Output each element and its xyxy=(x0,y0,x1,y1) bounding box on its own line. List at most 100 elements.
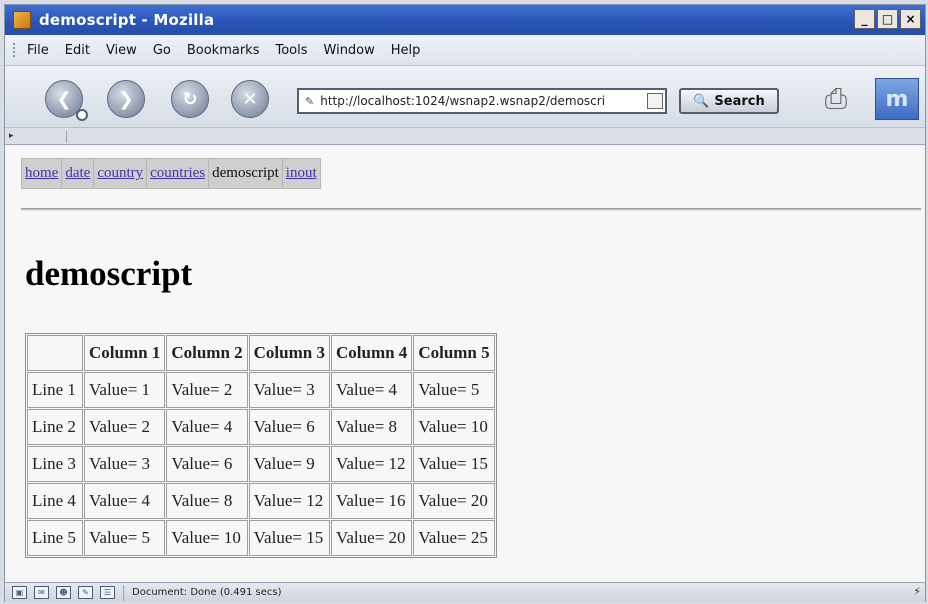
table-header-cell: Column 4 xyxy=(330,335,413,371)
menu-window[interactable]: Window xyxy=(324,43,375,58)
mozilla-throbber-icon[interactable]: m xyxy=(875,78,919,120)
horizontal-rule xyxy=(21,208,921,211)
nav-link-countries[interactable]: countries xyxy=(150,165,205,181)
navigation-toolbar: ❮ ❯ ↻ ✕ ✎ http://localhost:1024/wsnap2.w… xyxy=(5,65,925,127)
menu-tools[interactable]: Tools xyxy=(275,43,307,58)
table-cell: Value= 6 xyxy=(166,446,248,482)
row-label: Line 2 xyxy=(27,409,83,445)
tab-strip: ▸ xyxy=(5,127,925,145)
table-header-cell: Column 1 xyxy=(84,335,166,371)
close-button[interactable]: × xyxy=(900,9,921,29)
menu-bookmarks[interactable]: Bookmarks xyxy=(187,43,260,58)
table-cell: Value= 12 xyxy=(248,483,330,519)
table-header-cell: Column 3 xyxy=(248,335,330,371)
table-cell: Value= 25 xyxy=(413,520,495,556)
minimize-button[interactable]: _ xyxy=(854,9,875,29)
menu-file[interactable]: File xyxy=(27,43,49,58)
window-controls: _ □ × xyxy=(854,9,921,29)
table-cell: Value= 1 xyxy=(84,372,166,408)
stop-icon: ✕ xyxy=(242,88,258,110)
maximize-button[interactable]: □ xyxy=(877,9,898,29)
table-cell: Value= 2 xyxy=(84,409,166,445)
table-cell: Value= 4 xyxy=(166,409,248,445)
menu-go[interactable]: Go xyxy=(153,43,171,58)
nav-cell-demoscript: demoscript xyxy=(208,158,283,189)
data-table: Column 1 Column 2 Column 3 Column 4 Colu… xyxy=(25,333,497,558)
status-separator xyxy=(123,584,124,601)
nav-link-date[interactable]: date xyxy=(65,165,90,181)
table-cell: Value= 12 xyxy=(330,446,413,482)
address-book-icon[interactable]: ☰ xyxy=(100,586,115,599)
table-cell: Value= 3 xyxy=(84,446,166,482)
table-cell: Value= 6 xyxy=(248,409,330,445)
status-text: Document: Done (0.491 secs) xyxy=(132,587,282,598)
chat-icon[interactable]: ☻ xyxy=(56,586,71,599)
search-button[interactable]: 🔍 Search xyxy=(679,88,779,114)
table-cell: Value= 8 xyxy=(166,483,248,519)
table-cell: Value= 4 xyxy=(330,372,413,408)
table-cell: Value= 4 xyxy=(84,483,166,519)
table-header-row: Column 1 Column 2 Column 3 Column 4 Colu… xyxy=(27,335,495,371)
table-cell: Value= 20 xyxy=(413,483,495,519)
magnifier-icon: 🔍 xyxy=(693,93,710,109)
row-label: Line 3 xyxy=(27,446,83,482)
nav-cell-date: date xyxy=(61,158,95,189)
stop-button[interactable]: ✕ xyxy=(231,80,269,118)
table-row: Line 3 Value= 3 Value= 6 Value= 9 Value=… xyxy=(27,446,495,482)
printer-icon: ⎙ xyxy=(824,82,848,115)
reload-button[interactable]: ↻ xyxy=(171,80,209,118)
url-input[interactable]: ✎ http://localhost:1024/wsnap2.wsnap2/de… xyxy=(297,88,667,114)
nav-link-country[interactable]: country xyxy=(97,165,143,181)
nav-cell-inout: inout xyxy=(282,159,320,189)
table-cell: Value= 5 xyxy=(413,372,495,408)
row-label: Line 5 xyxy=(27,520,83,556)
status-bar: ▣ ✉ ☻ ✎ ☰ Document: Done (0.491 secs) ⚡ xyxy=(5,582,925,602)
table-cell: Value= 15 xyxy=(248,520,330,556)
nav-link-home[interactable]: home xyxy=(25,165,58,181)
menu-edit[interactable]: Edit xyxy=(65,43,90,58)
url-text: http://localhost:1024/wsnap2.wsnap2/demo… xyxy=(320,94,606,108)
back-dropdown-icon[interactable] xyxy=(76,109,88,121)
table-cell: Value= 10 xyxy=(166,520,248,556)
nav-current-demoscript: demoscript xyxy=(212,165,279,181)
search-label: Search xyxy=(714,93,765,109)
nav-link-inout[interactable]: inout xyxy=(286,165,317,181)
title-bar[interactable]: demoscript - Mozilla _ □ × xyxy=(5,5,925,35)
tab-strip-toggle-icon[interactable]: ▸ xyxy=(9,131,67,143)
table-header-corner xyxy=(27,335,83,371)
reload-icon: ↻ xyxy=(182,88,198,110)
menu-help[interactable]: Help xyxy=(391,43,421,58)
page-proxy-icon[interactable]: ✎ xyxy=(305,95,314,108)
page-title: demoscript xyxy=(25,254,193,293)
url-dropdown-icon[interactable] xyxy=(647,93,663,109)
table-cell: Value= 2 xyxy=(166,372,248,408)
table-cell: Value= 5 xyxy=(84,520,166,556)
nav-cell-home: home xyxy=(21,158,63,189)
menubar-grip-icon[interactable] xyxy=(13,43,17,57)
table-header-cell: Column 5 xyxy=(413,335,495,371)
menu-bar: File Edit View Go Bookmarks Tools Window… xyxy=(5,35,925,65)
row-label: Line 1 xyxy=(27,372,83,408)
table-cell: Value= 10 xyxy=(413,409,495,445)
window-title: demoscript - Mozilla xyxy=(39,11,215,29)
back-arrow-icon: ❮ xyxy=(56,88,72,110)
browser-window: demoscript - Mozilla _ □ × File Edit Vie… xyxy=(4,4,926,602)
nav-cell-countries: countries xyxy=(146,158,210,189)
navigator-icon[interactable]: ▣ xyxy=(12,586,27,599)
composer-icon[interactable]: ✎ xyxy=(78,586,93,599)
row-label: Line 4 xyxy=(27,483,83,519)
table-row: Line 4 Value= 4 Value= 8 Value= 12 Value… xyxy=(27,483,495,519)
menu-view[interactable]: View xyxy=(106,43,137,58)
table-cell: Value= 9 xyxy=(248,446,330,482)
table-row: Line 1 Value= 1 Value= 2 Value= 3 Value=… xyxy=(27,372,495,408)
forward-button[interactable]: ❯ xyxy=(107,80,145,118)
table-header-cell: Column 2 xyxy=(166,335,248,371)
mail-icon[interactable]: ✉ xyxy=(34,586,49,599)
forward-arrow-icon: ❯ xyxy=(118,88,134,110)
table-row: Line 5 Value= 5 Value= 10 Value= 15 Valu… xyxy=(27,520,495,556)
back-button[interactable]: ❮ xyxy=(45,80,88,121)
online-status-icon[interactable]: ⚡ xyxy=(913,585,921,598)
page-content: home date country countries demoscript i… xyxy=(7,146,923,581)
print-button[interactable]: ⎙ xyxy=(813,80,859,118)
site-nav: home date country countries demoscript i… xyxy=(21,158,321,189)
